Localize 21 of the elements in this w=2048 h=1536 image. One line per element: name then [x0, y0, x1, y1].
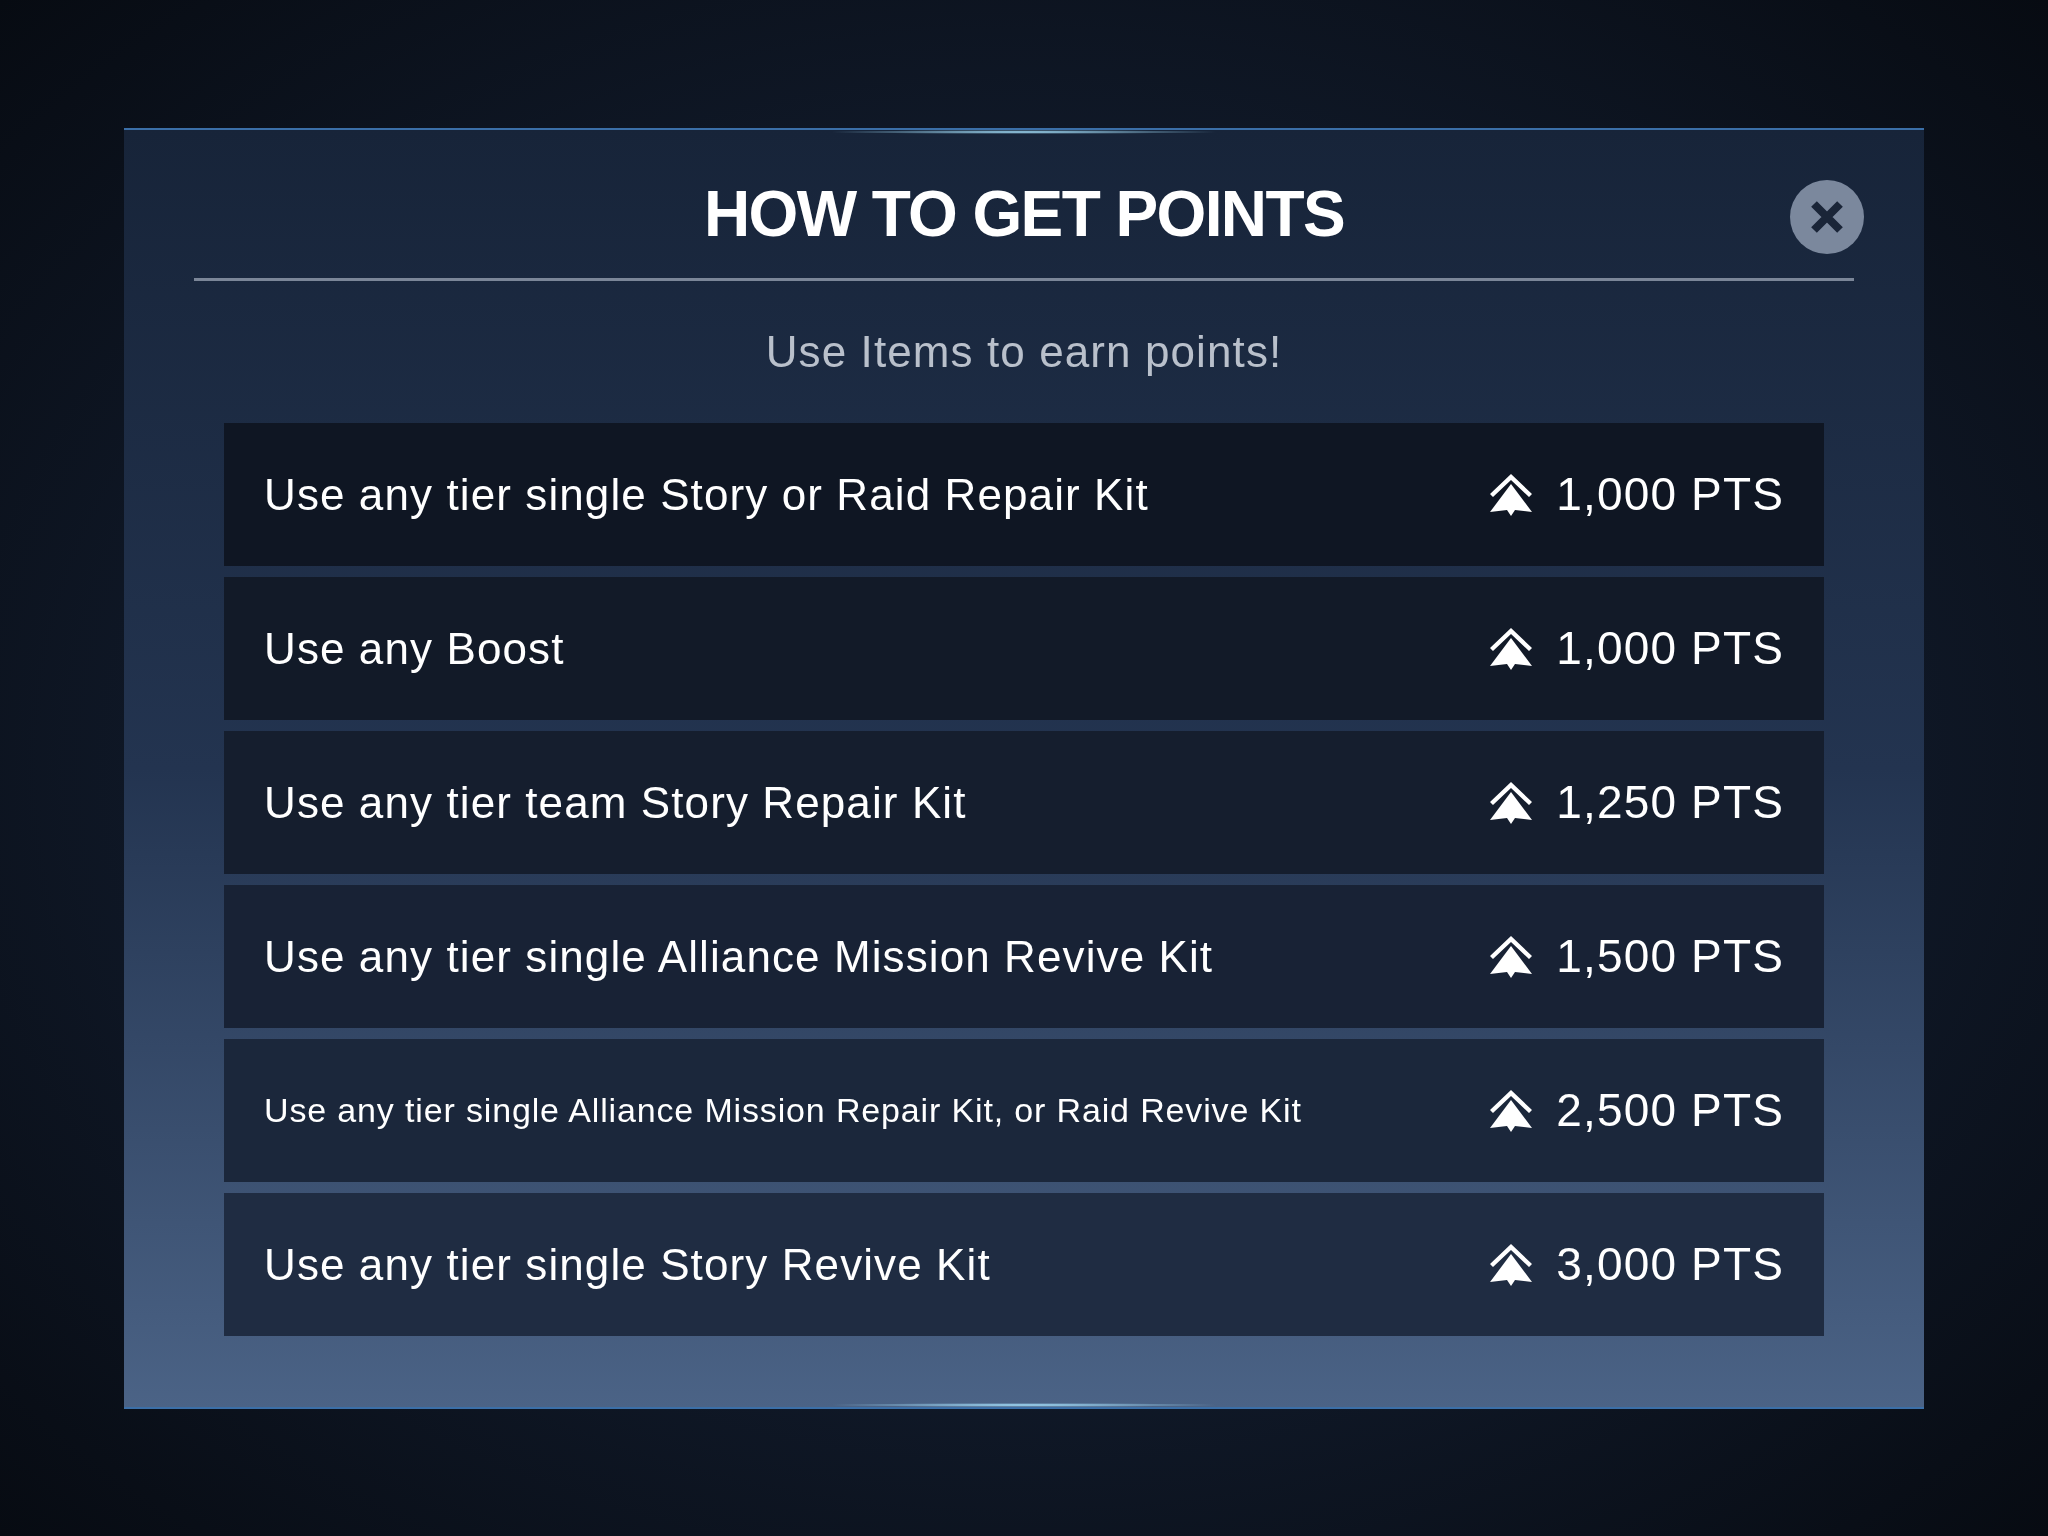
- points-value: 1,000 PTS: [1556, 467, 1784, 522]
- points-value: 3,000 PTS: [1556, 1237, 1784, 1292]
- points-value: 1,000 PTS: [1556, 621, 1784, 676]
- task-description: Use any tier single Alliance Mission Repair Kit, or Raid Revive Kit: [264, 1090, 1302, 1131]
- points-value: 2,500 PTS: [1556, 1083, 1784, 1138]
- task-description: Use any tier single Story or Raid Repair Kit: [264, 468, 1149, 521]
- task-description: Use any tier team Story Repair Kit: [264, 776, 967, 829]
- chevron-arrow-icon: [1488, 779, 1535, 826]
- task-description: Use any tier single Story Revive Kit: [264, 1238, 991, 1291]
- points-value: 1,250 PTS: [1556, 775, 1784, 830]
- subtitle: Use Items to earn points!: [765, 326, 1283, 378]
- chevron-arrow-icon: [1488, 471, 1535, 518]
- chevron-arrow-icon: [1488, 625, 1535, 672]
- task-description: Use any Boost: [264, 622, 565, 675]
- task-description: Use any tier single Alliance Mission Revive Kit: [264, 930, 1214, 983]
- dialog-title: HOW TO GET POINTS: [703, 182, 1345, 246]
- points-value: 1,500 PTS: [1556, 929, 1784, 984]
- close-icon: [1809, 199, 1845, 235]
- chevron-arrow-icon: [1488, 1241, 1535, 1288]
- chevron-arrow-icon: [1488, 1087, 1535, 1134]
- chevron-arrow-icon: [1488, 933, 1535, 980]
